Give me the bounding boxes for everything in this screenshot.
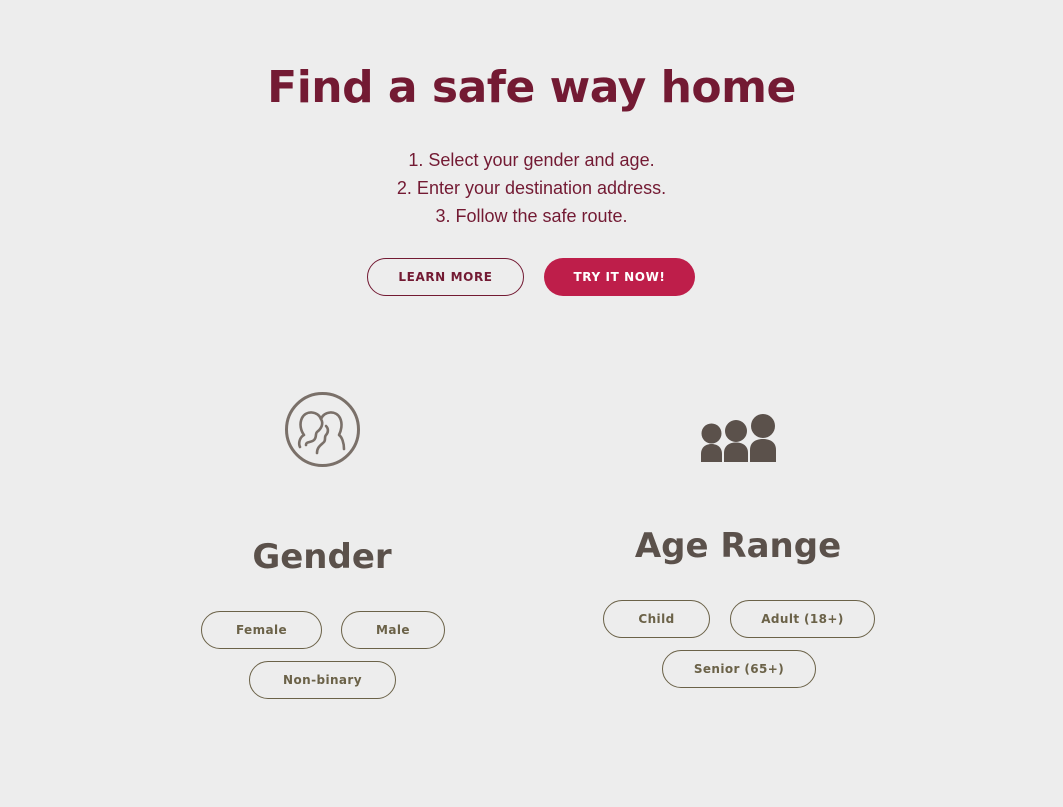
- gender-title: Gender: [252, 537, 392, 577]
- instruction-steps: 1. Select your gender and age. 2. Enter …: [0, 146, 1063, 230]
- page-title: Find a safe way home: [267, 62, 796, 113]
- step-item: 3. Follow the safe route.: [435, 206, 628, 226]
- gender-option-female[interactable]: Female: [201, 611, 322, 649]
- try-it-now-button[interactable]: TRY IT NOW!: [544, 258, 695, 296]
- step-item: 1. Select your gender and age.: [408, 150, 655, 170]
- step-item: 2. Enter your destination address.: [396, 178, 667, 198]
- learn-more-button[interactable]: LEARN MORE: [367, 258, 524, 296]
- two-faces-icon: [285, 392, 360, 467]
- people-group-icon: [701, 414, 776, 462]
- age-range-title: Age Range: [634, 526, 842, 566]
- age-option-adult[interactable]: Adult (18+): [730, 600, 875, 638]
- gender-option-non-binary[interactable]: Non-binary: [249, 661, 396, 699]
- gender-option-male[interactable]: Male: [341, 611, 445, 649]
- age-option-child[interactable]: Child: [603, 600, 710, 638]
- age-option-senior[interactable]: Senior (65+): [662, 650, 816, 688]
